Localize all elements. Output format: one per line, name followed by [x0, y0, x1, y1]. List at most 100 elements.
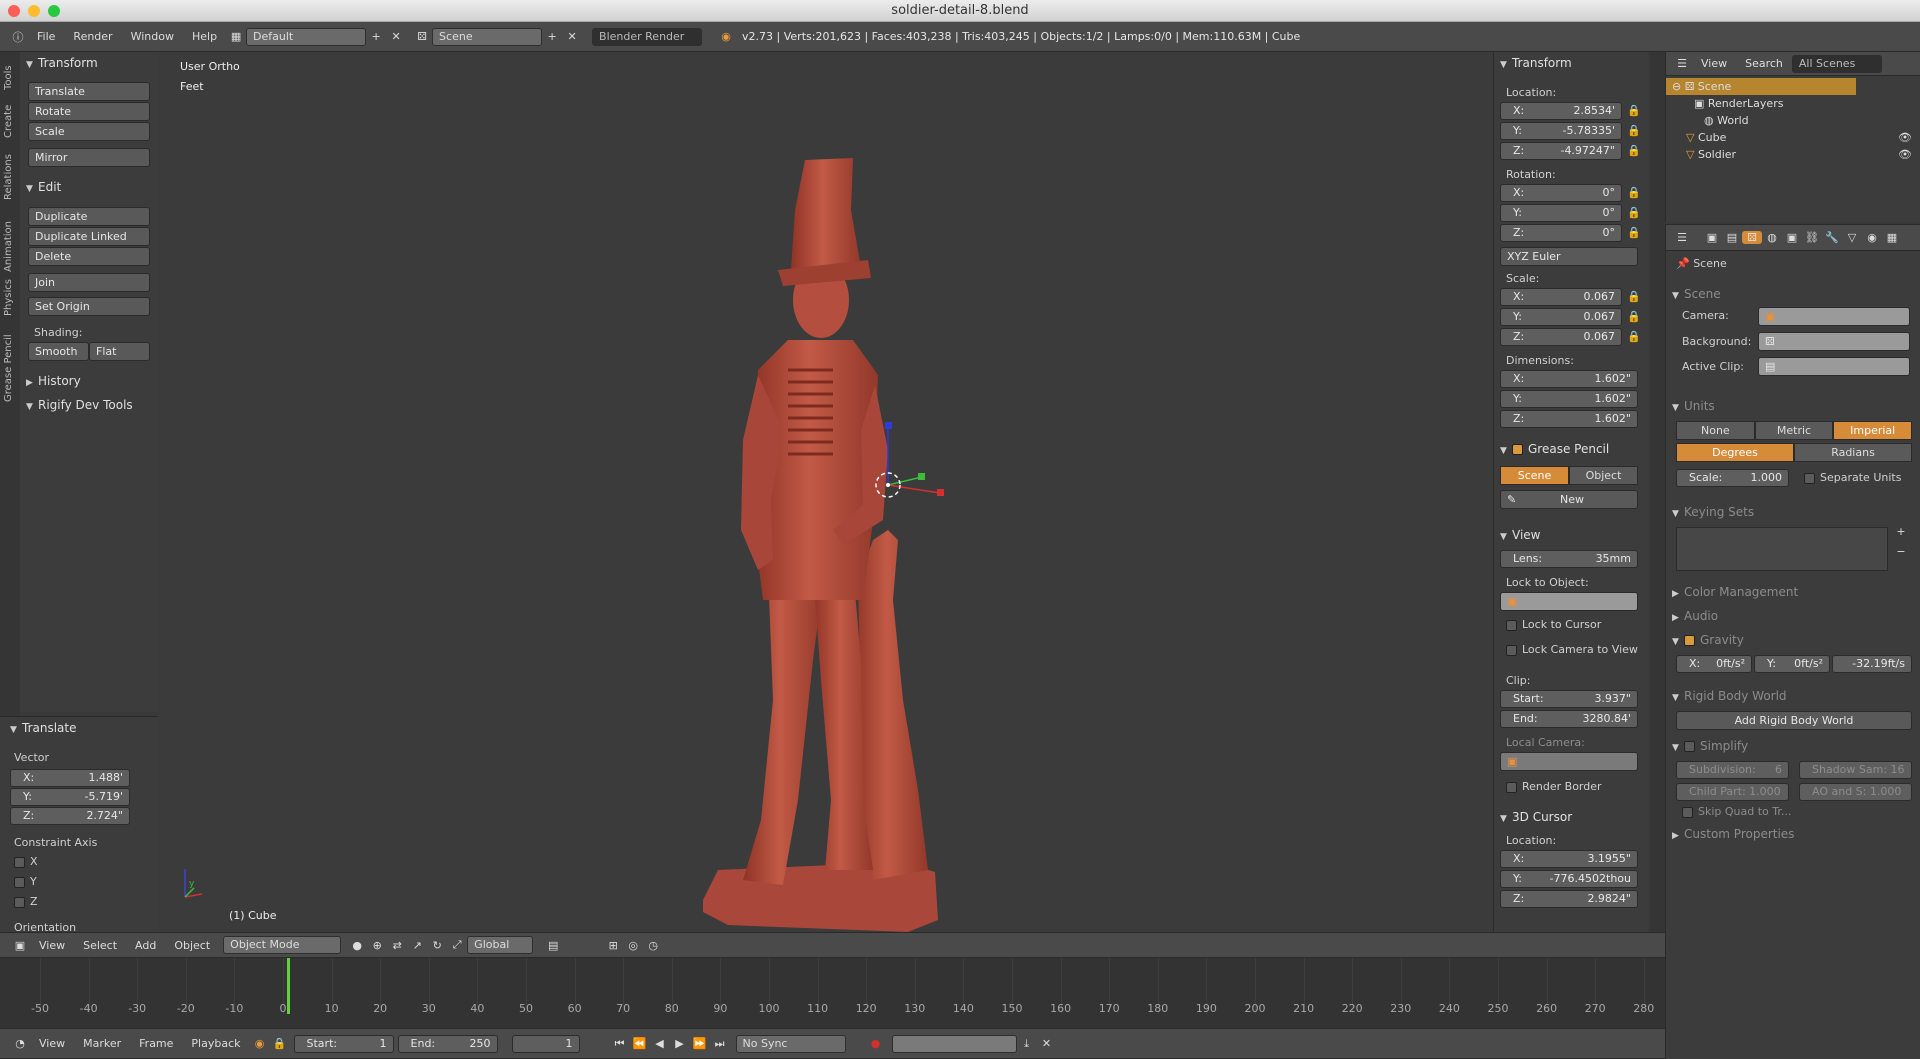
rigid-body-header[interactable]: ▼ Rigid Body World [1666, 685, 1787, 707]
remove-scene-icon[interactable]: ✕ [562, 30, 582, 43]
menu-window[interactable]: Window [122, 30, 183, 43]
camera-field[interactable]: ▣ [1758, 307, 1910, 326]
scene-select[interactable]: Scene [432, 27, 543, 46]
skip-quad-checkbox[interactable]: Skip Quad to Tr... [1682, 805, 1791, 818]
keying-sets-header[interactable]: ▼ Keying Sets [1666, 501, 1754, 523]
editor-type-icon[interactable]: ▣ [10, 939, 30, 952]
tab-tools[interactable]: Tools [3, 65, 14, 90]
n-transform-header[interactable]: ▼ Transform [1494, 52, 1648, 74]
lock-range-icon[interactable]: 🔒 [270, 1037, 290, 1050]
scene-icon[interactable]: ⚄ [412, 30, 432, 43]
scale-z-field[interactable]: Z: 0.067 [1500, 328, 1622, 346]
render-border-checkbox[interactable]: Render Border [1506, 780, 1602, 793]
object-origin-gizmo[interactable] [858, 407, 988, 527]
outliner-menu-view[interactable]: View [1692, 57, 1736, 70]
unit-metric-toggle[interactable]: Metric [1754, 421, 1834, 440]
v3d-menu-select[interactable]: Select [74, 939, 126, 952]
lock-camera-checkbox[interactable]: Lock Camera to View [1506, 643, 1638, 656]
scene-panel-header[interactable]: ▼ Scene [1666, 283, 1920, 305]
current-frame-field[interactable]: 1 [511, 1034, 580, 1053]
outliner-item-scene[interactable]: ⊖ ⚄ Scene [1666, 78, 1856, 95]
cursor-z-field[interactable]: Z: 2.9824" [1500, 890, 1638, 908]
color-management-header[interactable]: ▶ Color Management [1666, 581, 1798, 603]
transform-panel-header[interactable]: ▼ Transform [20, 52, 158, 74]
timeline-editor-icon[interactable]: ◔ [10, 1037, 30, 1050]
constraint-z-checkbox[interactable]: Z [14, 895, 38, 908]
ao-sss-field[interactable]: AO and S: 1.000 [1799, 783, 1912, 801]
prev-keyframe-icon[interactable]: ⏪ [630, 1037, 650, 1050]
location-z-field[interactable]: Z: -4.97247" [1500, 142, 1622, 160]
units-panel-header[interactable]: ▼ Units [1666, 395, 1715, 417]
tab-physics[interactable]: Physics [3, 279, 14, 316]
keying-set-field[interactable] [891, 1034, 1017, 1053]
modifiers-tab-icon[interactable]: 🔧 [1822, 231, 1842, 244]
play-reverse-icon[interactable]: ◀ [650, 1037, 670, 1050]
close-icon[interactable] [8, 5, 20, 17]
lock-icon[interactable]: 🔒 [1627, 330, 1641, 344]
constraint-x-checkbox[interactable]: X [14, 855, 38, 868]
shadow-samples-field[interactable]: Shadow Sam: 16 [1799, 761, 1912, 779]
rigify-panel-header[interactable]: ▼ Rigify Dev Tools [20, 394, 133, 416]
lock-icon[interactable]: 🔒 [1627, 206, 1641, 220]
scale-x-field[interactable]: X: 0.067 [1500, 288, 1622, 306]
cursor-y-field[interactable]: Y: -776.4502thou [1500, 870, 1638, 888]
lock-icon[interactable]: 🔒 [1627, 186, 1641, 200]
sync-select[interactable]: No Sync [735, 1034, 846, 1053]
outliner-editor-icon[interactable]: ☰ [1672, 57, 1692, 70]
object-tab-icon[interactable]: ▣ [1782, 231, 1802, 244]
rotation-mode-select[interactable]: XYZ Euler [1500, 247, 1638, 266]
tl-menu-playback[interactable]: Playback [182, 1037, 249, 1050]
vector-y-field[interactable]: Y: -5.719' [10, 788, 130, 806]
separate-units-checkbox[interactable]: Separate Units [1804, 471, 1901, 484]
lock-icon[interactable]: 🔒 [1627, 226, 1641, 240]
menu-file[interactable]: File [28, 30, 64, 43]
view-panel-header[interactable]: ▼ View [1494, 524, 1540, 546]
world-tab-icon[interactable]: ◍ [1762, 231, 1782, 244]
cursor-x-field[interactable]: X: 3.1955" [1500, 850, 1638, 868]
history-panel-header[interactable]: ▶ History [20, 370, 81, 392]
add-scene-icon[interactable]: + [542, 30, 562, 43]
mirror-button[interactable]: Mirror [28, 148, 150, 167]
delete-keyframe-icon[interactable]: ✕ [1037, 1037, 1057, 1050]
duplicate-linked-button[interactable]: Duplicate Linked [28, 227, 150, 246]
rotation-units[interactable]: Degrees Radians [1676, 443, 1912, 462]
info-editor-icon[interactable]: ⓘ [8, 29, 28, 45]
lock-cursor-checkbox[interactable]: Lock to Cursor [1506, 618, 1601, 631]
record-keyframe-icon[interactable]: ◉ [250, 1037, 270, 1050]
gravity-x-field[interactable]: X: 0ft/s² [1676, 655, 1752, 673]
custom-properties-header[interactable]: ▶ Custom Properties [1666, 823, 1794, 845]
visibility-icon[interactable]: 👁 [1898, 146, 1912, 163]
timeline-area[interactable]: -50 -40 -30 -20 -10 0 10 20 30 40 50 60 70 80 90 100 110… [0, 958, 1665, 1028]
rotate-manip-icon[interactable]: ↻ [427, 939, 447, 952]
tab-relations[interactable]: Relations [3, 154, 14, 200]
lock-icon[interactable]: 🔒 [1627, 104, 1641, 118]
unit-system[interactable]: None Metric Imperial [1676, 421, 1913, 440]
subdivision-field[interactable]: Subdivision: 6 [1676, 761, 1789, 779]
texture-tab-icon[interactable]: ▦ [1882, 231, 1902, 244]
jump-end-icon[interactable]: ⏭ [710, 1037, 730, 1051]
material-tab-icon[interactable]: ◉ [1862, 231, 1882, 244]
pivot-icon[interactable]: ⊕ [367, 939, 387, 952]
v3d-menu-add[interactable]: Add [126, 939, 165, 952]
dimensions-y-field[interactable]: Y: 1.602" [1500, 390, 1638, 408]
lock-object-field[interactable]: ▣ [1500, 592, 1638, 611]
tl-menu-frame[interactable]: Frame [130, 1037, 182, 1050]
gravity-header[interactable]: ▼ Gravity [1666, 629, 1744, 651]
lock-icon[interactable]: 🔒 [1627, 124, 1641, 138]
duplicate-button[interactable]: Duplicate [28, 207, 150, 226]
outliner-item-soldier[interactable]: ▽ Soldier 👁 [1666, 146, 1920, 163]
insert-keyframe-icon[interactable]: ⤓ [1017, 1037, 1037, 1051]
constraints-tab-icon[interactable]: ⛓ [1802, 231, 1822, 244]
remove-layout-icon[interactable]: ✕ [386, 30, 406, 43]
end-frame-field[interactable]: End: 250 [397, 1034, 498, 1053]
v3d-menu-view[interactable]: View [30, 939, 74, 952]
unit-imperial-toggle[interactable]: Imperial [1833, 421, 1913, 440]
render-preview-icon[interactable]: ◷ [643, 939, 663, 952]
outliner-item-renderlayers[interactable]: ▣ RenderLayers [1666, 95, 1920, 112]
outliner-item-world[interactable]: ◍ World [1666, 112, 1920, 129]
n-panel-scrollbar[interactable] [1650, 52, 1665, 932]
tab-animation[interactable]: Animation [3, 221, 14, 272]
rotate-button[interactable]: Rotate [28, 102, 150, 121]
degrees-toggle[interactable]: Degrees [1676, 443, 1794, 462]
next-keyframe-icon[interactable]: ⏩ [690, 1037, 710, 1050]
